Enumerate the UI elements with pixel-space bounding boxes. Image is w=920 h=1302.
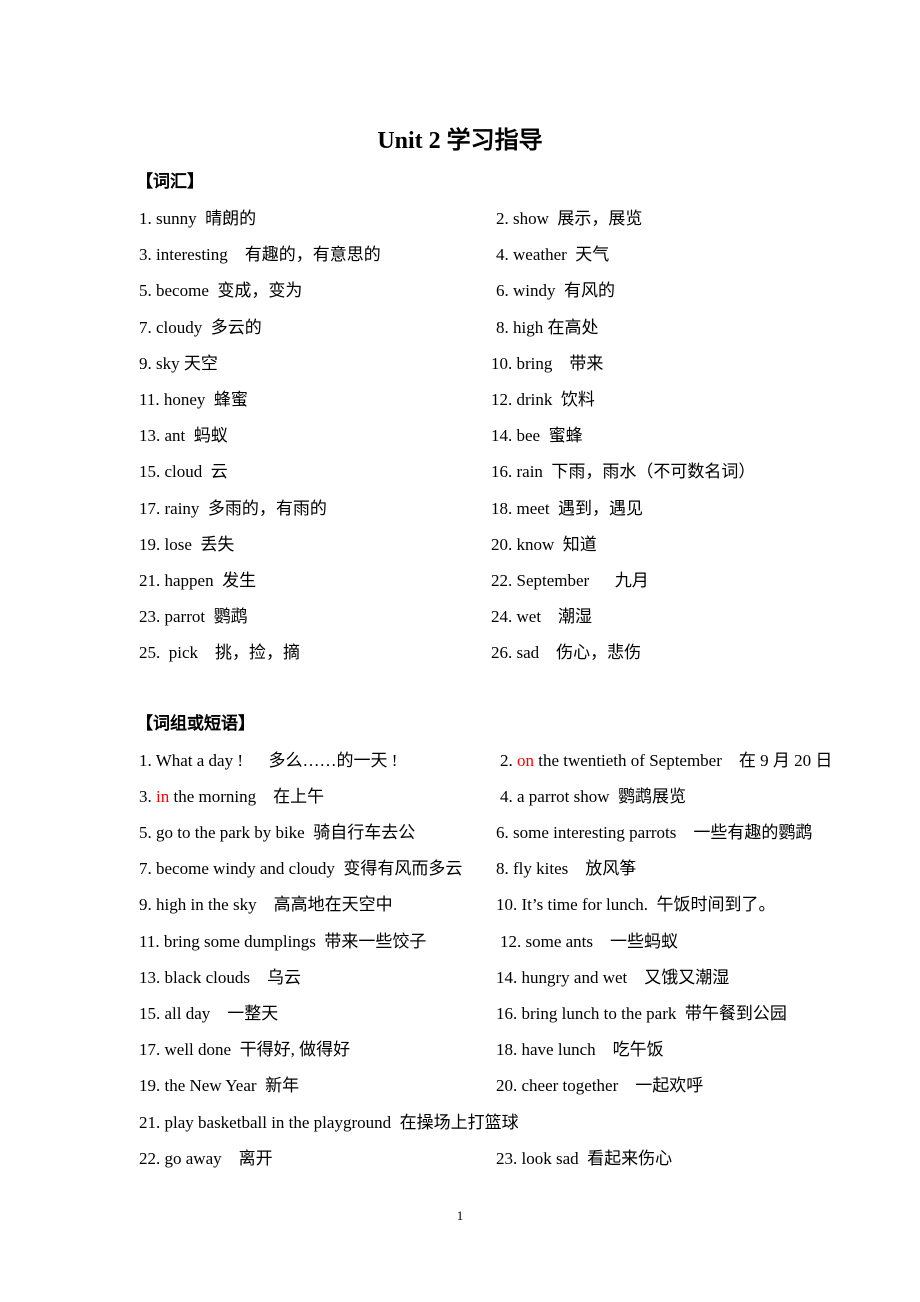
phrase-item: 19. the New Year 新年 [139, 1076, 300, 1096]
phrase-item: 14. hungry and wet 又饿又潮湿 [496, 967, 730, 987]
phrase-row: 21. play basketball in the playground 在操… [139, 1108, 899, 1132]
vocab-row: 9. sky 天空 10. bring 带来 [139, 349, 899, 373]
vocab-item: 11. honey 蜂蜜 [139, 390, 248, 409]
vocab-item: 13. ant 蚂蚁 [139, 426, 228, 446]
phrase-item: 22. go away 离开 [139, 1149, 273, 1168]
vocab-item: 18. meet 遇到，遇见 [491, 498, 644, 518]
highlighted-preposition: in [156, 787, 170, 806]
phrase-row: 1. What a day ! 多么……的一天 ! 2. on the twen… [139, 746, 899, 771]
vocab-item: 16. rain 下雨，雨水（不可数名词） [491, 462, 756, 482]
phrase-item: 17. well done 干得好, 做得好 [139, 1040, 351, 1060]
vocab-item: 24. wet 潮湿 [491, 607, 593, 627]
vocab-item: 26. sad 伤心，悲伤 [491, 643, 642, 663]
vocab-item: 15. cloud 云 [139, 462, 228, 482]
phrase-row: 11. bring some dumplings 带来一些饺子 12. some … [139, 927, 899, 951]
vocab-row: 23. parrot 鹦鹉 24. wet 潮湿 [139, 602, 899, 627]
phrase-item: 18. have lunch 吃午饭 [496, 1040, 664, 1060]
vocab-item: 3. interesting 有趣的，有意思的 [139, 245, 381, 265]
phrase-item: 20. cheer together 一起欢呼 [496, 1076, 704, 1096]
vocab-item: 19. lose 丢失 [139, 534, 235, 554]
vocab-heading: 【词汇】 [136, 172, 204, 191]
vocab-row: 7. cloudy 多云的 8. high 在高处 [139, 313, 899, 337]
phrase-row: 9. high in the sky 高高地在天空中 10. It’s time … [139, 890, 899, 915]
vocab-item: 7. cloudy 多云的 [139, 317, 262, 337]
phrase-item: 15. all day 一整天 [139, 1004, 279, 1023]
vocab-row: 3. interesting 有趣的，有意思的 4. weather 天气 [139, 240, 899, 265]
phrase-item: 3. in the morning 在上午 [139, 782, 324, 807]
page-title: Unit 2 学习指导 [377, 128, 543, 154]
phrase-text: the twentieth of September 在 9 月 20 日 [534, 751, 833, 770]
phrase-item: 1. What a day ! 多么……的一天 ! [139, 751, 398, 770]
vocab-row: 1. sunny 晴朗的 2. show 展示，展览 [139, 204, 899, 228]
phrase-item: 4. a parrot show 鹦鹉展览 [500, 787, 687, 806]
phrase-item: 9. high in the sky 高高地在天空中 [139, 895, 393, 915]
phrase-item: 5. go to the park by bike 骑自行车去公 [139, 823, 416, 842]
vocab-item: 23. parrot 鹦鹉 [139, 607, 248, 627]
vocab-row: 15. cloud 云 16. rain 下雨，雨水（不可数名词） [139, 457, 899, 482]
phrase-row: 7. become windy and cloudy 变得有风而多云 8. fly… [139, 854, 899, 879]
phrase-row: 19. the New Year 新年 20. cheer together 一起… [139, 1071, 899, 1096]
vocab-item: 17. rainy 多雨的，有雨的 [139, 498, 327, 518]
phrase-row: 17. well done 干得好, 做得好 18. have lunch 吃午饭 [139, 1035, 899, 1060]
phrase-item: 12. some ants 一些蚂蚁 [500, 931, 679, 951]
vocab-item: 22. September 九月 [491, 571, 649, 590]
vocab-row: 5. become 变成，变为 6. windy 有风的 [139, 276, 899, 301]
phrase-item: 23. look sad 看起来伤心 [496, 1149, 673, 1168]
highlighted-preposition: on [517, 751, 534, 770]
vocab-item: 10. bring 带来 [491, 353, 604, 373]
page-number: 1 [456, 1208, 464, 1223]
phrase-text: the morning 在上午 [169, 787, 325, 806]
phrase-item: 21. play basketball in the playground 在操… [139, 1113, 519, 1132]
phrase-number: 2. [500, 751, 517, 770]
vocab-item: 4. weather 天气 [496, 245, 610, 265]
vocab-row: 11. honey 蜂蜜 12. drink 饮料 [139, 385, 899, 409]
phrase-item: 7. become windy and cloudy 变得有风而多云 [139, 859, 463, 879]
phrases-heading: 【词组或短语】 [136, 714, 255, 733]
phrase-item: 16. bring lunch to the park 带午餐到公园 [496, 1004, 787, 1023]
phrase-row: 5. go to the park by bike 骑自行车去公 6. some … [139, 818, 899, 842]
vocab-row: 13. ant 蚂蚁 14. bee 蜜蜂 [139, 421, 899, 446]
phrase-item: 10. It’s time for lunch. 午饭时间到了。 [496, 895, 776, 915]
vocab-row: 17. rainy 多雨的，有雨的 18. meet 遇到，遇见 [139, 494, 899, 518]
phrase-item: 11. bring some dumplings 带来一些饺子 [139, 931, 427, 951]
phrase-item: 8. fly kites 放风筝 [496, 859, 637, 879]
phrase-item: 6. some interesting parrots 一些有趣的鹦鹉 [496, 823, 813, 842]
vocab-row: 19. lose 丢失 20. know 知道 [139, 530, 899, 554]
vocab-row: 21. happen 发生 22. September 九月 [139, 566, 899, 590]
phrase-row: 3. in the morning 在上午 4. a parrot show 鹦… [139, 782, 899, 807]
vocab-item: 2. show 展示，展览 [496, 209, 643, 228]
phrase-item: 2. on the twentieth of September 在 9 月 2… [500, 746, 832, 771]
phrase-item: 13. black clouds 乌云 [139, 967, 301, 987]
phrase-row: 13. black clouds 乌云 14. hungry and wet 又饿… [139, 963, 899, 987]
phrase-number: 3. [139, 787, 156, 806]
vocab-item: 1. sunny 晴朗的 [139, 209, 257, 228]
vocab-row: 25. pick 挑，捡，摘 26. sad 伤心，悲伤 [139, 638, 899, 663]
vocab-item: 12. drink 饮料 [491, 390, 595, 409]
vocab-item: 20. know 知道 [491, 534, 597, 554]
phrase-row: 15. all day 一整天 16. bring lunch to the pa… [139, 999, 899, 1023]
vocab-item: 8. high 在高处 [496, 317, 599, 337]
vocab-item: 14. bee 蜜蜂 [491, 426, 583, 446]
vocab-item: 9. sky 天空 [139, 353, 218, 373]
vocab-item: 5. become 变成，变为 [139, 281, 303, 301]
vocab-item: 25. pick 挑，捡，摘 [139, 643, 301, 663]
vocab-item: 21. happen 发生 [139, 571, 257, 590]
phrase-row: 22. go away 离开 23. look sad 看起来伤心 [139, 1144, 899, 1168]
vocab-item: 6. windy 有风的 [496, 281, 615, 301]
